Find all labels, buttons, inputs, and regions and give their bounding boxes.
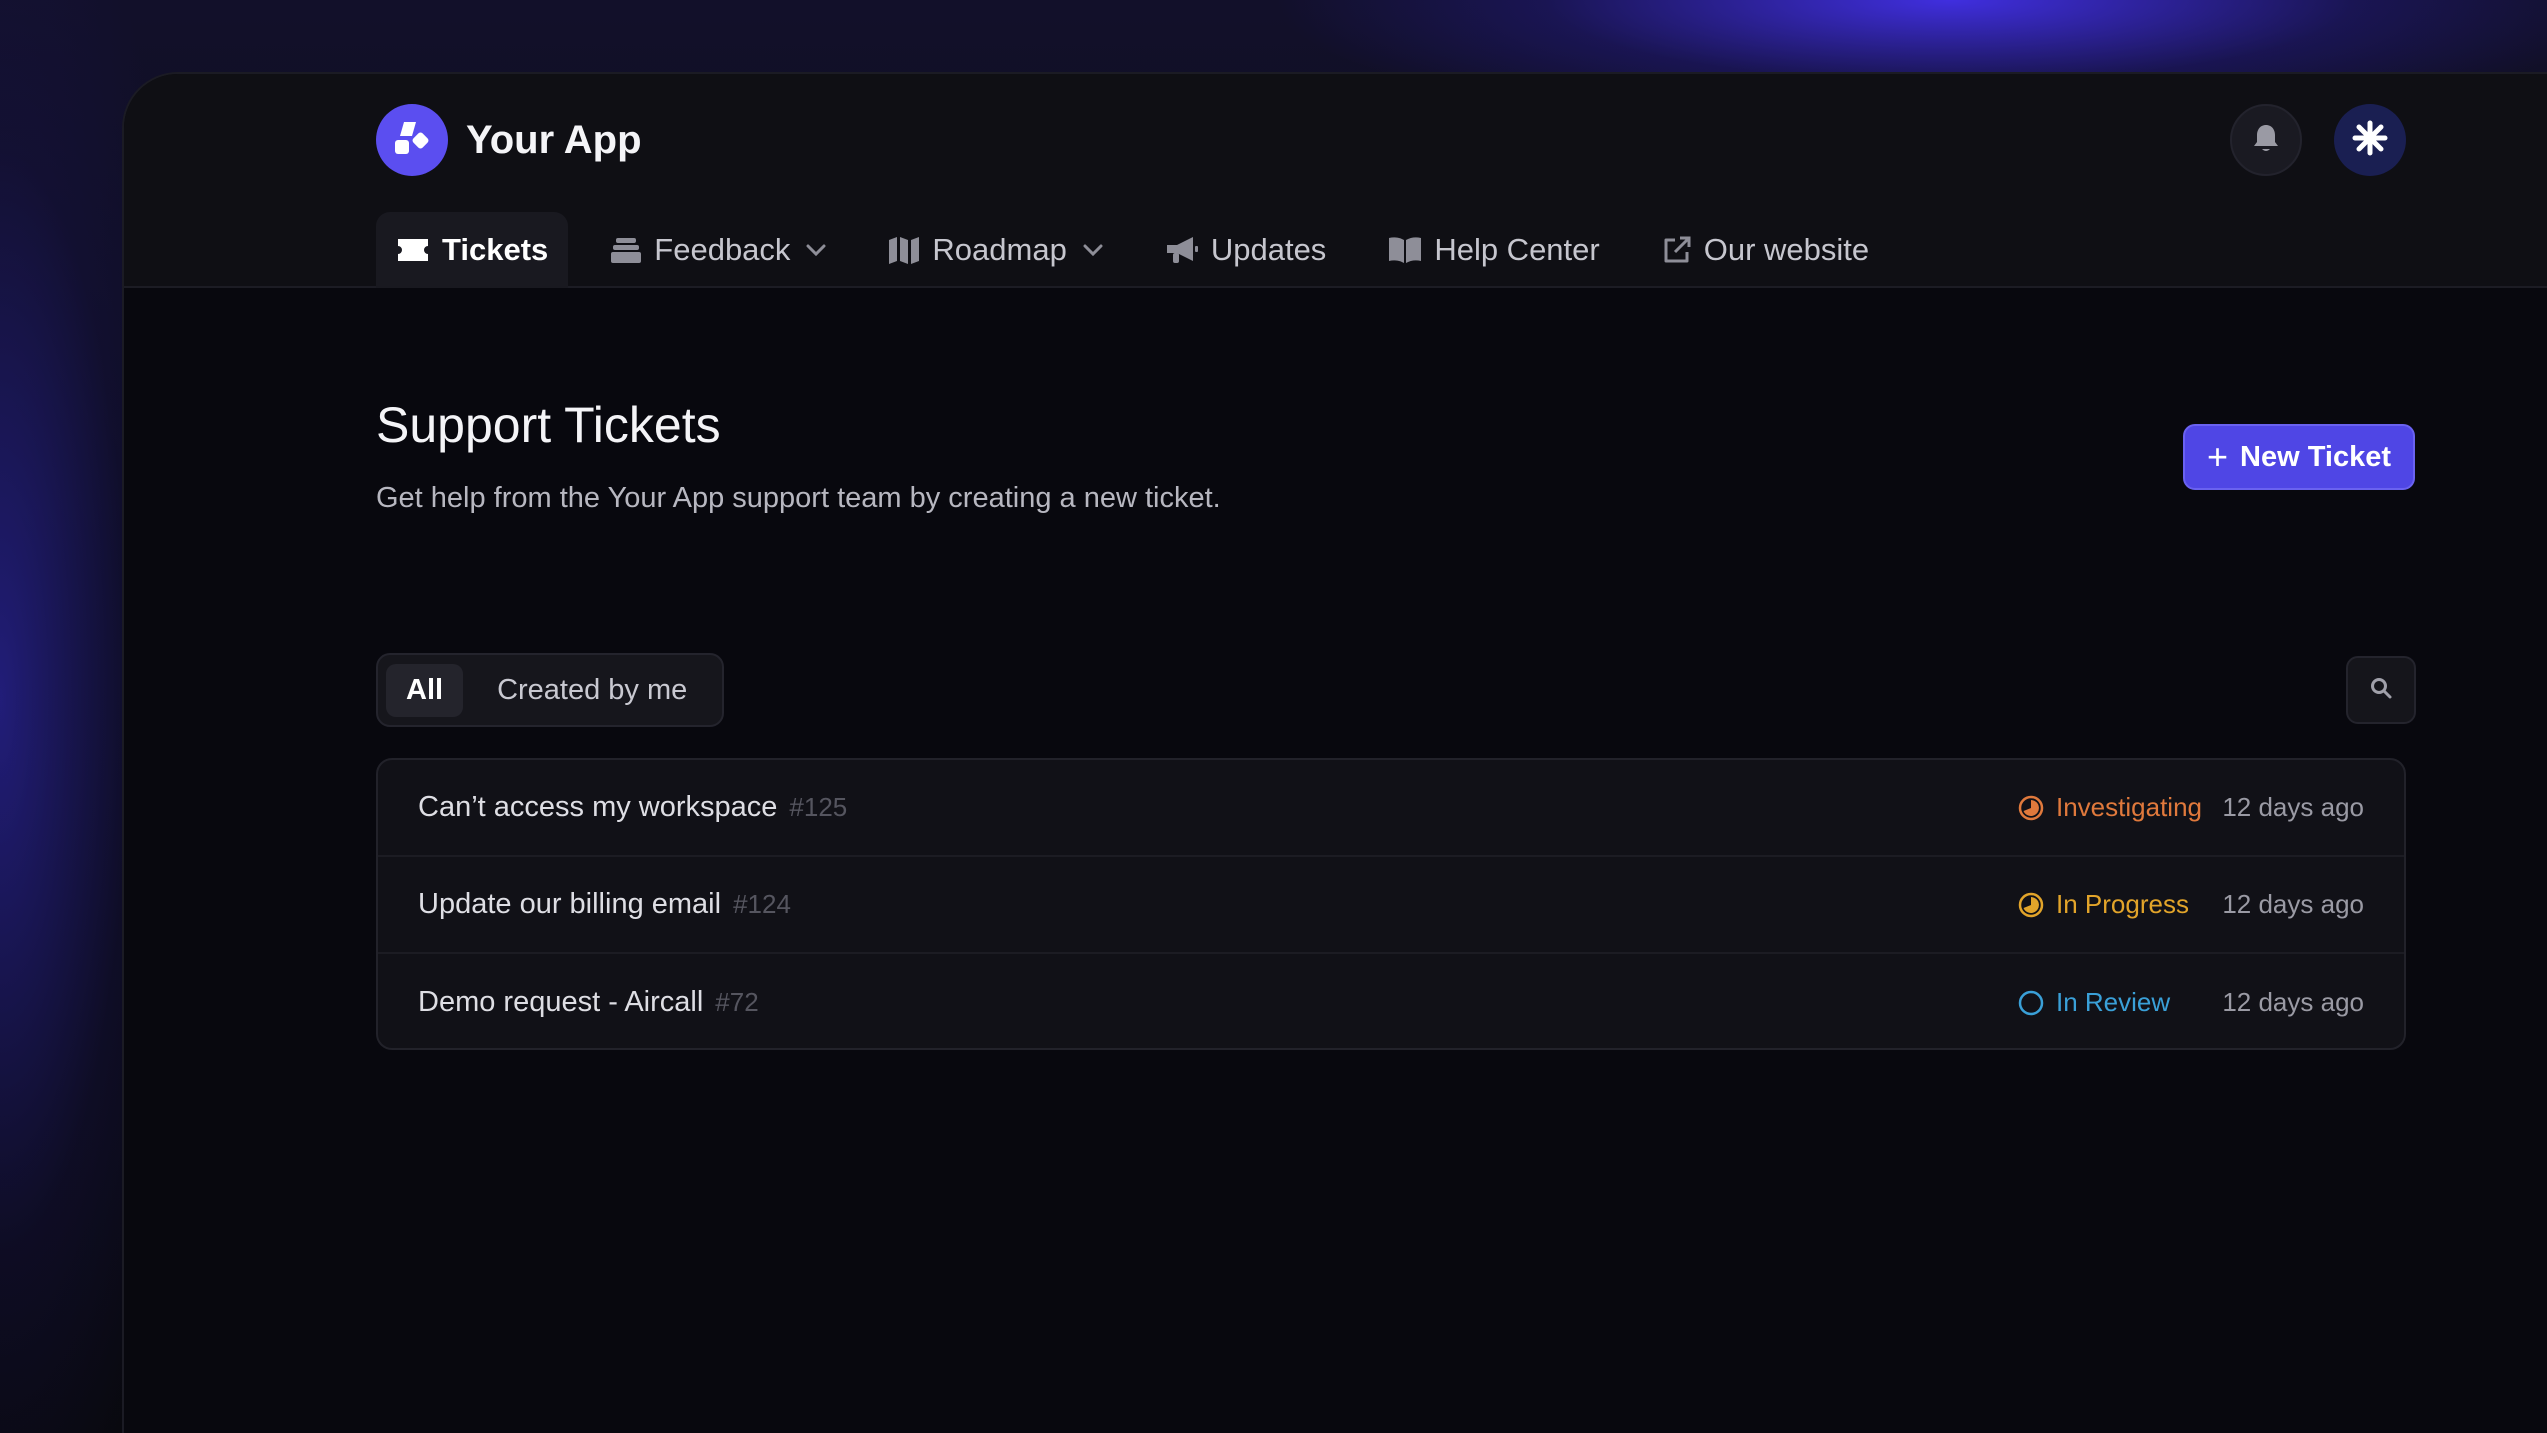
app-name: Your App bbox=[466, 117, 642, 162]
ticket-age: 12 days ago bbox=[2222, 987, 2364, 1017]
new-ticket-label: New Ticket bbox=[2240, 440, 2391, 473]
ticket-number: #124 bbox=[733, 889, 791, 919]
ticket-number: #125 bbox=[789, 792, 848, 822]
status-badge: In Progress bbox=[2018, 889, 2189, 920]
tab-label: Feedback bbox=[654, 232, 791, 267]
status-partial-circle-icon bbox=[2018, 795, 2044, 821]
brand[interactable]: Your App bbox=[376, 104, 642, 176]
user-avatar-button[interactable] bbox=[2334, 104, 2406, 176]
chevron-down-icon bbox=[1083, 244, 1103, 256]
ticket-row[interactable]: Can’t access my workspace #125 Investigat… bbox=[378, 760, 2404, 857]
bell-icon bbox=[2251, 122, 2281, 159]
plus-icon: + bbox=[2206, 436, 2229, 477]
tab-updates[interactable]: Updates bbox=[1145, 212, 1346, 288]
page-subtitle: Get help from the Your App support team … bbox=[376, 482, 1221, 514]
status-badge: In Review bbox=[2018, 987, 2170, 1018]
status-label: In Review bbox=[2056, 987, 2171, 1017]
filter-all[interactable]: All bbox=[386, 663, 464, 717]
tab-label: Help Center bbox=[1434, 232, 1600, 267]
app-logo-icon bbox=[376, 104, 448, 176]
top-bar: Your App Tickets Feedback Roadmap Update… bbox=[124, 74, 2547, 288]
tab-tickets[interactable]: Tickets bbox=[376, 212, 569, 288]
status-open-circle-icon bbox=[2018, 990, 2044, 1016]
ticket-title-text: Can’t access my workspace bbox=[418, 791, 778, 823]
ticket-title-text: Demo request - Aircall bbox=[418, 986, 704, 1018]
app-window: Your App Tickets Feedback Roadmap Update… bbox=[122, 72, 2547, 1433]
status-badge: Investigating bbox=[2018, 792, 2202, 823]
search-button[interactable] bbox=[2346, 656, 2416, 724]
main-nav: Tickets Feedback Roadmap Updates Help Ce… bbox=[376, 212, 1911, 288]
filter-created-by-me[interactable]: Created by me bbox=[477, 664, 707, 717]
asterisk-icon bbox=[2352, 120, 2388, 161]
ticket-icon bbox=[396, 237, 430, 263]
tab-label: Our website bbox=[1703, 232, 1870, 267]
megaphone-icon bbox=[1165, 235, 1199, 265]
tab-label: Tickets bbox=[442, 232, 549, 267]
ticket-title-text: Update our billing email bbox=[418, 888, 722, 920]
tab-roadmap[interactable]: Roadmap bbox=[868, 212, 1122, 288]
ticket-title[interactable]: Demo request - Aircall #72 bbox=[418, 986, 759, 1019]
notifications-button[interactable] bbox=[2230, 104, 2302, 176]
chevron-down-icon bbox=[806, 244, 826, 256]
ticket-age: 12 days ago bbox=[2222, 792, 2364, 822]
search-icon bbox=[2369, 676, 2393, 705]
status-label: In Progress bbox=[2056, 889, 2189, 919]
tab-help-center[interactable]: Help Center bbox=[1368, 212, 1619, 288]
ticket-title[interactable]: Can’t access my workspace #125 bbox=[418, 791, 847, 824]
new-ticket-button[interactable]: + New Ticket bbox=[2183, 424, 2415, 490]
tab-feedback[interactable]: Feedback bbox=[590, 212, 846, 288]
page-title: Support Tickets bbox=[376, 397, 721, 453]
ticket-row[interactable]: Update our billing email #124 In Progress… bbox=[378, 857, 2404, 954]
ticket-list: Can’t access my workspace #125 Investigat… bbox=[376, 758, 2406, 1050]
tab-label: Updates bbox=[1210, 232, 1327, 267]
tab-label: Roadmap bbox=[932, 232, 1067, 267]
book-icon bbox=[1388, 236, 1422, 264]
ticket-age: 12 days ago bbox=[2222, 889, 2364, 919]
status-partial-circle-icon bbox=[2018, 892, 2044, 918]
status-label: Investigating bbox=[2056, 792, 2202, 822]
ticket-row[interactable]: Demo request - Aircall #72 In Review 12 d… bbox=[378, 954, 2404, 1048]
ticket-title[interactable]: Update our billing email #124 bbox=[418, 888, 791, 921]
map-icon bbox=[888, 235, 920, 265]
external-link-icon bbox=[1662, 235, 1692, 265]
inbox-icon bbox=[610, 236, 642, 264]
ticket-filter: All Created by me bbox=[376, 653, 724, 727]
tab-our-website[interactable]: Our website bbox=[1642, 212, 1889, 288]
ticket-number: #72 bbox=[715, 987, 759, 1017]
